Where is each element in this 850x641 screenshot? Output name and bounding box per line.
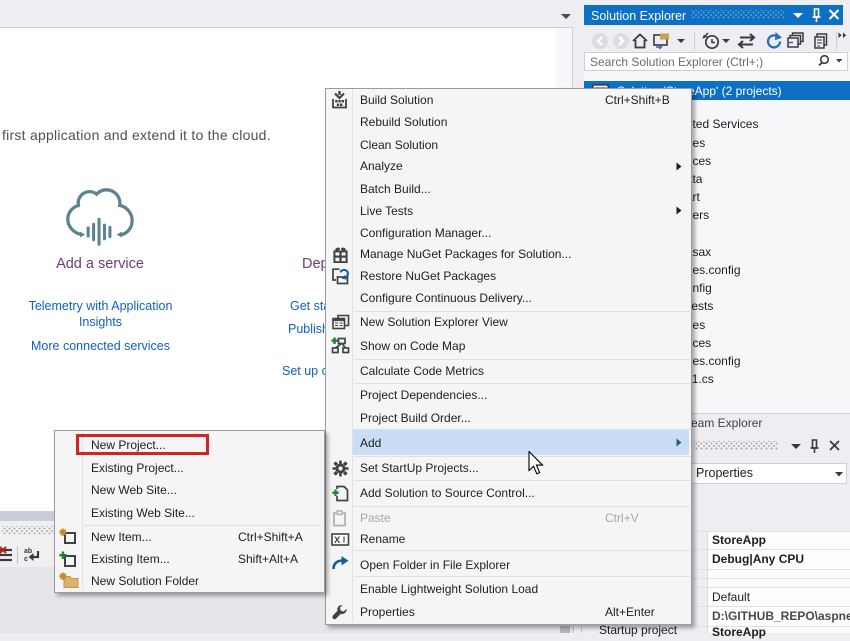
svg-text:c: c <box>24 556 28 563</box>
svg-text:X: X <box>334 535 341 546</box>
svg-text:ab: ab <box>24 548 32 555</box>
